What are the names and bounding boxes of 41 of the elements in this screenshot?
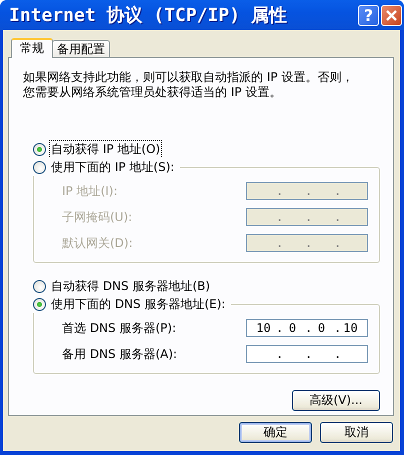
tab[interactable]: 常规 — [11, 38, 53, 58]
octet-separator: . — [305, 184, 309, 198]
radio-button[interactable] — [33, 142, 46, 156]
field-label: 备用 DNS 服务器(A): — [62, 346, 178, 362]
field-label: 默认网关(D): — [62, 234, 134, 252]
octet-separator: . — [276, 236, 280, 250]
octet-separator: . — [334, 321, 338, 335]
field-label: 子网掩码(U): — [62, 208, 134, 226]
octet-separator: . — [276, 321, 280, 335]
octet-separator: . — [334, 236, 338, 250]
ip-address-field[interactable]: . . . — [246, 345, 368, 363]
field-label: IP 地址(I): — [62, 182, 119, 200]
octet-separator: . — [305, 210, 309, 224]
tab[interactable]: 备用配置 — [52, 40, 110, 57]
octet-value: 10 — [256, 321, 271, 335]
ip-address-field[interactable]: 10 . 0 . 0 . 10 — [246, 319, 368, 337]
radio-label[interactable]: 使用下面的 DNS 服务器地址(E): — [49, 294, 228, 314]
octet-value: 0 — [288, 321, 296, 335]
octet-separator: . — [334, 347, 338, 361]
octet-value: 10 — [343, 321, 358, 335]
dialog-button[interactable]: 取消 — [320, 422, 393, 443]
description-text: 如果网络支持此功能，则可以获取自动指派的 IP 设置。否则，您需要从网络系统管理员处获得适当的 IP 设置。 — [23, 70, 354, 100]
octet-value: 0 — [318, 321, 326, 335]
dialog-button[interactable]: 确定 — [239, 422, 312, 443]
octet-separator: . — [305, 236, 309, 250]
help-button[interactable]: ? — [358, 4, 379, 26]
radio-label[interactable]: 自动获得 DNS 服务器地址(B) — [49, 276, 212, 296]
octet-separator: . — [276, 184, 280, 198]
advanced-button[interactable]: 高级(V)... — [292, 390, 380, 411]
octet-separator: . — [334, 184, 338, 198]
field-label: 首选 DNS 服务器(P): — [62, 320, 178, 336]
octet-separator: . — [305, 347, 309, 361]
radio-button[interactable] — [33, 160, 46, 174]
close-icon[interactable] — [381, 4, 402, 26]
window-title: Internet 协议 (TCP/IP) 属性 — [9, 4, 288, 27]
radio-button[interactable] — [33, 280, 46, 292]
octet-separator: . — [305, 321, 309, 335]
octet-separator: . — [276, 347, 280, 361]
octet-separator: . — [276, 210, 280, 224]
radio-button[interactable] — [33, 298, 46, 310]
octet-separator: . — [334, 210, 338, 224]
